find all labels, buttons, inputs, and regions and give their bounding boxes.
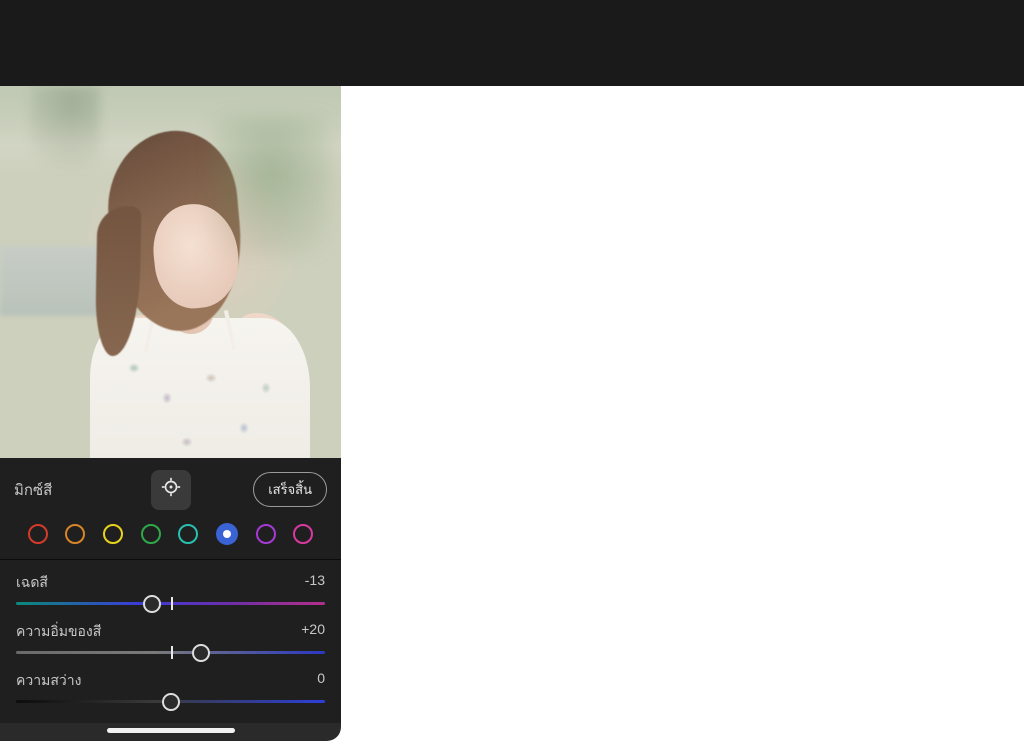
hue-label: เฉดสี [16, 572, 48, 594]
color-swatch-red[interactable] [28, 524, 48, 544]
slider-center-tick [171, 646, 173, 659]
saturation-slider[interactable]: ความอิ่มของสี +20 [16, 621, 325, 654]
color-swatch-aqua[interactable] [178, 524, 198, 544]
saturation-track[interactable] [16, 651, 325, 654]
color-swatch-purple[interactable] [256, 524, 276, 544]
color-swatch-magenta[interactable] [293, 524, 313, 544]
home-indicator[interactable] [107, 728, 235, 733]
app-top-bar [0, 0, 1024, 86]
panel-title: มิกซ์สี [14, 478, 52, 502]
photo-preview[interactable] [0, 86, 341, 458]
luminance-thumb[interactable] [162, 693, 180, 711]
targeted-adjustment-button[interactable] [151, 470, 191, 510]
target-icon [160, 476, 182, 503]
saturation-label: ความอิ่มของสี [16, 621, 101, 643]
color-swatch-row [0, 517, 341, 559]
done-button[interactable]: เสร็จสิ้น [253, 472, 327, 507]
luminance-slider[interactable]: ความสว่าง 0 [16, 670, 325, 703]
hue-thumb[interactable] [143, 595, 161, 613]
color-swatch-blue[interactable] [216, 523, 238, 545]
luminance-track[interactable] [16, 700, 325, 703]
color-swatch-orange[interactable] [65, 524, 85, 544]
color-mix-panel: มิกซ์สี เสร็จสิ้น [0, 458, 341, 723]
luminance-value: 0 [317, 670, 325, 692]
hue-value: -13 [305, 572, 325, 594]
sliders-group: เฉดสี -13 ความอิ่มของสี +20 [0, 560, 341, 723]
slider-center-tick [171, 597, 173, 610]
saturation-value: +20 [301, 621, 325, 643]
color-swatch-yellow[interactable] [103, 524, 123, 544]
color-swatch-green[interactable] [141, 524, 161, 544]
editor-phone-frame: มิกซ์สี เสร็จสิ้น [0, 86, 341, 741]
luminance-label: ความสว่าง [16, 670, 81, 692]
saturation-thumb[interactable] [192, 644, 210, 662]
hue-slider[interactable]: เฉดสี -13 [16, 572, 325, 605]
hue-track[interactable] [16, 602, 325, 605]
divider [0, 559, 341, 560]
